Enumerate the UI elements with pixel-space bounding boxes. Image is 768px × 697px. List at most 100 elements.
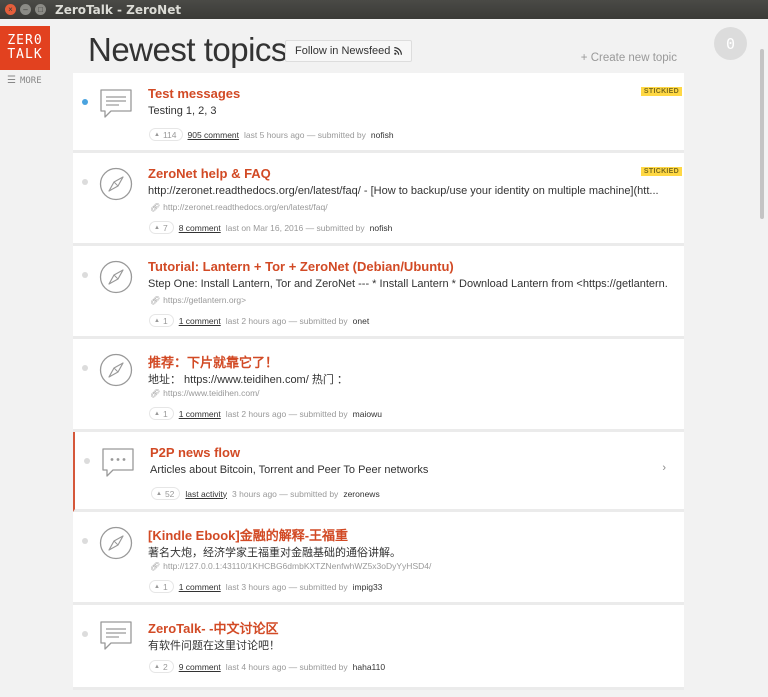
zerotalk-logo[interactable]: ZER0 TALK	[0, 26, 50, 70]
follow-newsfeed-button[interactable]: Follow in Newsfeed	[285, 40, 413, 62]
vote-count: 52	[164, 488, 175, 499]
topic-meta: ▲ 52 last activity 3 hours ago — submitte…	[151, 487, 380, 500]
compass-icon	[99, 526, 133, 560]
upvote-button[interactable]: ▲ 52	[151, 487, 181, 500]
topic-url: https://www.teidihen.com/	[163, 388, 260, 398]
topic-meta-text: last on Mar 16, 2016 — submitted by	[225, 222, 365, 233]
topic-row[interactable]: 推荐：下片就靠它了！ 地址： https://www.teidihen.com/ …	[73, 339, 684, 432]
topic-url: https://getlantern.org>	[163, 295, 247, 305]
unread-dot	[82, 179, 88, 185]
topic-title-link[interactable]: [Kindle Ebook]金融的解释-王福重	[148, 525, 348, 544]
topic-row[interactable]: Test messages Testing 1, 2, 3 ▲ 114 905 co…	[73, 73, 684, 153]
topic-body: Articles about Bitcoin, Torrent and Peer…	[150, 464, 429, 476]
scrollbar[interactable]	[757, 19, 768, 697]
topic-author[interactable]: zeronews	[343, 489, 379, 499]
topic-body: 地址： https://www.teidihen.com/ 热门 ：	[148, 374, 348, 386]
upvote-button[interactable]: ▲ 114	[149, 128, 183, 141]
topic-row[interactable]: Tutorial: Lantern + Tor + ZeroNet (Debia…	[73, 246, 684, 339]
comments-link[interactable]: 1 comment	[179, 316, 221, 326]
topic-row[interactable]: P2P news flow Articles about Bitcoin, Tor…	[73, 432, 684, 512]
topic-title-link[interactable]: 推荐：下片就靠它了！	[148, 352, 278, 371]
create-topic-link[interactable]: + Create new topic	[581, 52, 677, 64]
more-label: MORE	[19, 75, 42, 86]
hamburger-icon: ☰	[7, 75, 16, 86]
upvote-arrow-icon: ▲	[156, 490, 162, 497]
stickied-badge: STICKIED	[640, 167, 682, 176]
topic-body: Step One: Install Lantern, Tor and ZeroN…	[148, 278, 668, 290]
window-minimize-button[interactable]: –	[20, 4, 31, 15]
comments-link[interactable]: 905 comment	[188, 130, 240, 140]
topic-author[interactable]: impig33	[353, 582, 383, 592]
topic-meta: ▲ 7 8 comment last on Mar 16, 2016 — subm…	[149, 221, 392, 234]
window-close-button[interactable]: ×	[5, 4, 16, 15]
topic-row[interactable]: [Kindle Ebook]金融的解释-王福重著名大炮，经济学家王福重对金融基础…	[73, 512, 684, 605]
topic-meta-text: last 3 hours ago — submitted by	[225, 581, 348, 592]
vote-count: 2	[162, 661, 168, 672]
vote-count: 1	[162, 408, 168, 419]
compass-icon	[99, 167, 133, 201]
topic-row[interactable]: ZeroNet help & FAQ http://zeronet.readthe…	[73, 153, 684, 246]
upvote-button[interactable]: ▲ 2	[149, 660, 174, 673]
chat-dots-icon	[101, 446, 135, 480]
topic-author[interactable]: haha110	[353, 662, 385, 672]
topic-meta-text: last 2 hours ago — submitted by	[225, 315, 348, 326]
upvote-button[interactable]: ▲ 1	[149, 580, 174, 593]
topic-body: 著名大炮，经济学家王福重对金融基础的通俗讲解。	[148, 547, 401, 559]
topic-meta: ▲ 114 905 comment last 5 hours ago — subm…	[149, 128, 394, 141]
topic-url: http://zeronet.readthedocs.org/en/latest…	[163, 202, 328, 212]
user-avatar[interactable]: 0	[714, 27, 747, 60]
topic-url-link[interactable]: 🔗︎ http://zeronet.readthedocs.org/en/late…	[150, 202, 328, 212]
unread-dot	[84, 458, 90, 464]
topic-meta: ▲ 1 1 comment last 3 hours ago — submitte…	[149, 580, 382, 593]
logo-line-1: ZER0	[7, 33, 43, 48]
topic-url-link[interactable]: 🔗︎ https://getlantern.org>	[150, 295, 246, 305]
topic-meta-text: last 4 hours ago — submitted by	[225, 661, 348, 672]
topic-url-link[interactable]: 🔗︎ https://www.teidihen.com/	[150, 388, 260, 398]
topic-author[interactable]: onet	[353, 316, 370, 326]
comments-link[interactable]: 1 comment	[179, 409, 221, 419]
topic-title-link[interactable]: ZeroTalk- -中文讨论区	[148, 618, 279, 637]
topic-meta-text: last 2 hours ago — submitted by	[225, 408, 348, 419]
comments-link[interactable]: last activity	[185, 489, 227, 499]
comments-link[interactable]: 8 comment	[179, 223, 221, 233]
window-titlebar: × – □ ZeroTalk - ZeroNet	[0, 0, 768, 19]
upvote-button[interactable]: ▲ 1	[149, 407, 174, 420]
upvote-button[interactable]: ▲ 1	[149, 314, 174, 327]
chevron-right-icon[interactable]: ›	[662, 462, 666, 474]
topic-author[interactable]: nofish	[370, 223, 393, 233]
compass-icon	[99, 260, 133, 294]
topic-author[interactable]: maiowu	[353, 409, 382, 419]
topic-meta-text: last 5 hours ago — submitted by	[244, 129, 366, 140]
scrollbar-thumb[interactable]	[760, 49, 764, 219]
link-icon: 🔗︎	[150, 388, 161, 398]
upvote-button[interactable]: ▲ 7	[149, 221, 174, 234]
topic-list: Test messages Testing 1, 2, 3 ▲ 114 905 co…	[73, 73, 684, 690]
topic-row[interactable]: ZeroTalk- -中文讨论区 有软件问题在这里讨论吧！ ▲ 2 9 commen…	[73, 605, 684, 690]
topic-title-link[interactable]: ZeroNet help & FAQ	[148, 166, 271, 181]
more-menu-button[interactable]: ☰ MORE	[7, 75, 42, 86]
page-title: Newest topics	[88, 31, 287, 68]
topic-title-link[interactable]: P2P news flow	[150, 445, 240, 460]
upvote-arrow-icon: ▲	[154, 583, 160, 590]
rss-icon	[394, 47, 403, 55]
topic-url-link[interactable]: 🔗︎ http://127.0.0.1:43110/1KHCBG6dmbKXTZN…	[150, 561, 431, 571]
topic-title-link[interactable]: Test messages	[148, 86, 240, 101]
upvote-arrow-icon: ▲	[154, 410, 160, 417]
vote-count: 1	[162, 315, 168, 326]
vote-count: 1	[162, 581, 168, 592]
unread-dot	[82, 272, 88, 278]
upvote-arrow-icon: ▲	[154, 663, 160, 670]
topic-body: Testing 1, 2, 3	[148, 105, 217, 117]
window-title: ZeroTalk - ZeroNet	[55, 2, 182, 17]
comments-link[interactable]: 1 comment	[179, 582, 221, 592]
upvote-arrow-icon: ▲	[154, 224, 160, 231]
window-maximize-button[interactable]: □	[35, 4, 46, 15]
unread-dot	[82, 538, 88, 544]
link-icon: 🔗︎	[150, 202, 161, 212]
topic-author[interactable]: nofish	[371, 130, 394, 140]
topic-meta: ▲ 2 9 comment last 4 hours ago — submitte…	[149, 660, 385, 673]
comments-link[interactable]: 9 comment	[179, 662, 221, 672]
topic-title-link[interactable]: Tutorial: Lantern + Tor + ZeroNet (Debia…	[148, 259, 454, 274]
stickied-badge: STICKIED	[640, 87, 682, 96]
topic-meta: ▲ 1 1 comment last 2 hours ago — submitte…	[149, 314, 369, 327]
